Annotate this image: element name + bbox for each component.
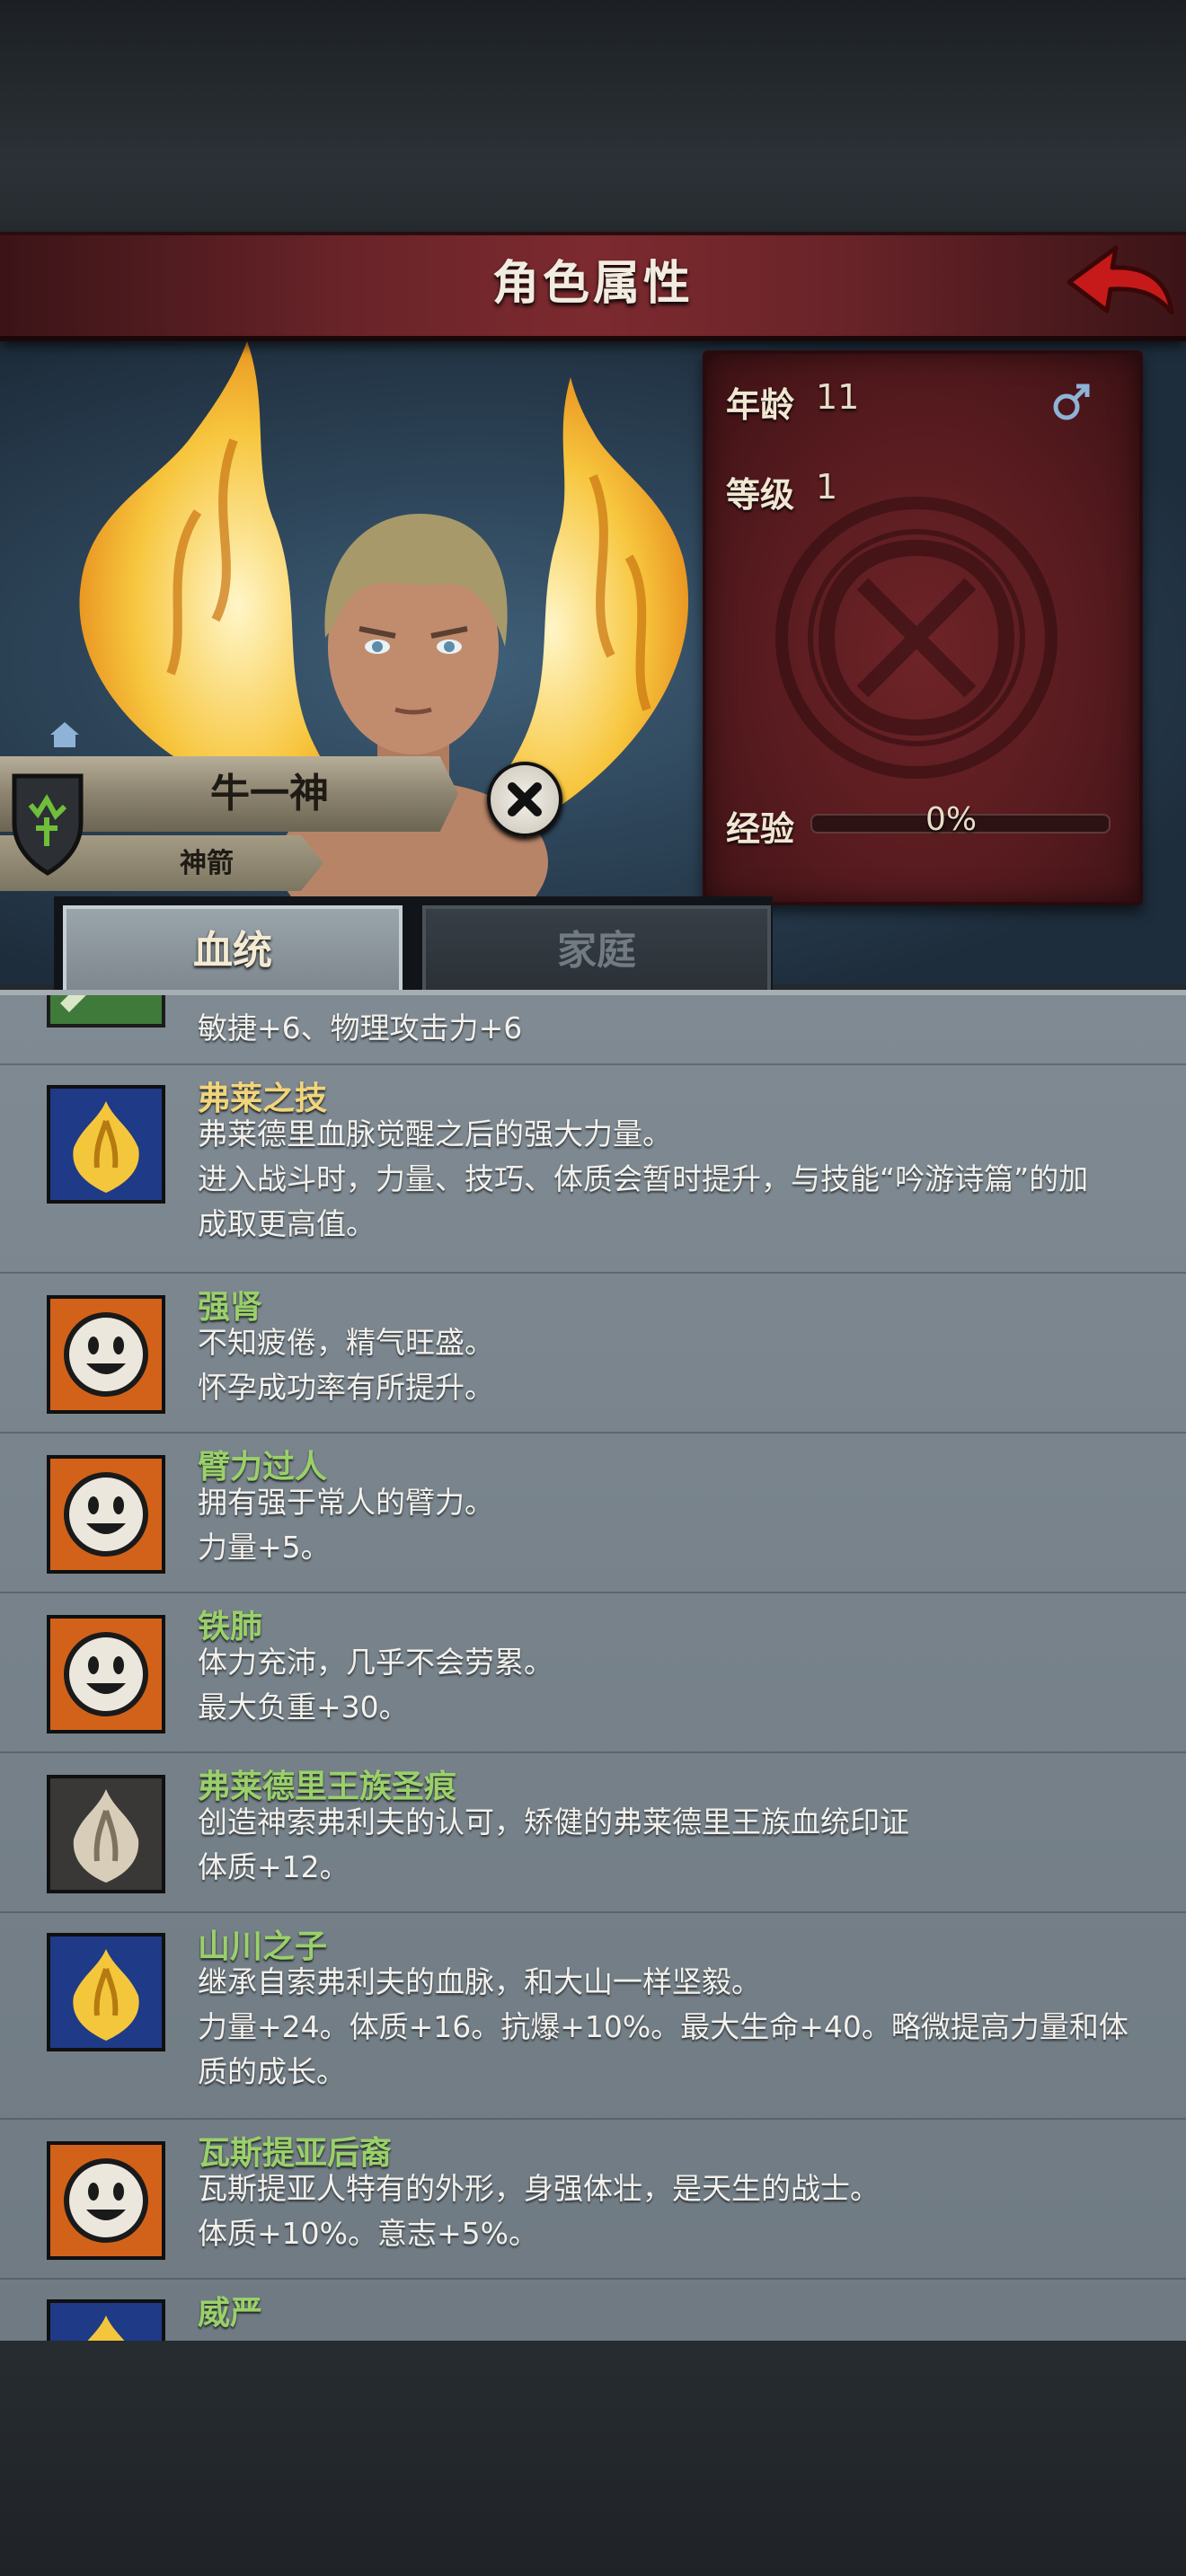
trait-desc-line: 成取更高值。: [198, 1206, 376, 1241]
trait-desc-line: 怀孕成功率有所提升。: [198, 1370, 494, 1405]
trait-desc-line: 体力充沛，几乎不会劳累。: [198, 1645, 553, 1680]
top-background: [0, 0, 1186, 234]
exp-label: 经验: [726, 809, 795, 849]
list-item[interactable]: 威严: [0, 2278, 1186, 2346]
smiley-face-icon: [47, 2141, 165, 2260]
golden-wings-icon: [47, 1933, 165, 2051]
male-symbol-icon: [1053, 384, 1090, 420]
character-name[interactable]: 牛一神: [117, 760, 422, 828]
golden-wings-icon: [47, 2299, 165, 2346]
list-item[interactable]: 山川之子 继承自索弗利夫的血脉，和大山一样坚毅。 力量+24。体质+16。抗爆+…: [0, 1911, 1186, 2120]
trait-desc-line: 敏捷+6、物理攻击力+6: [198, 1010, 523, 1045]
trait-list[interactable]: 敏捷+6、物理攻击力+6 弗莱之技 弗莱德里血脉觉醒之后的强大力量。 进入战斗时…: [0, 990, 1186, 2346]
silver-wings-icon: [47, 1775, 165, 1893]
house-icon: [50, 722, 79, 747]
trait-desc-line: 瓦斯提亚人特有的外形，身强体壮，是天生的战士。: [198, 2171, 880, 2206]
tab-bloodline[interactable]: 血统: [63, 905, 403, 993]
list-item[interactable]: 弗莱之技 弗莱德里血脉觉醒之后的强大力量。 进入战斗时，力量、技巧、体质会暂时提…: [0, 1063, 1186, 1274]
list-item[interactable]: 铁肺 体力充沛，几乎不会劳累。 最大负重+30。: [0, 1592, 1186, 1753]
character-title: 神箭: [180, 848, 234, 879]
trait-title: 威严: [198, 2295, 263, 2332]
trait-desc-line: 体质+10%。意志+5%。: [198, 2216, 539, 2251]
trait-desc-line: 力量+24。体质+16。抗爆+10%。最大生命+40。略微提高力量和体: [198, 2009, 1128, 2044]
smiley-face-icon: [47, 1455, 165, 1574]
list-item[interactable]: 敏捷+6、物理攻击力+6: [0, 995, 1186, 1065]
age-label: 年龄: [726, 385, 795, 425]
trait-desc-line: 最大负重+30。: [198, 1689, 409, 1725]
character-portrait: [279, 513, 548, 898]
age-value: 11: [816, 377, 860, 417]
trait-desc-line: 进入战斗时，力量、技巧、体质会暂时提升，与技能“吟游诗篇”的加: [198, 1161, 1089, 1196]
level-value: 1: [816, 467, 838, 507]
list-item[interactable]: 臂力过人 拥有强于常人的臂力。 力量+5。: [0, 1432, 1186, 1593]
level-label: 等级: [726, 475, 795, 515]
list-item[interactable]: 强肾 不知疲倦，精气旺盛。 怀孕成功率有所提升。: [0, 1272, 1186, 1434]
smiley-face-icon: [47, 1295, 165, 1414]
trait-desc-line: 继承自索弗利夫的血脉，和大山一样坚毅。: [198, 1964, 761, 1999]
partial-green-icon: [47, 995, 165, 1028]
list-item[interactable]: 瓦斯提亚后裔 瓦斯提亚人特有的外形，身强体壮，是天生的战士。 体质+10%。意志…: [0, 2118, 1186, 2280]
close-icon[interactable]: [487, 762, 562, 837]
trait-desc-line: 力量+5。: [198, 1530, 331, 1565]
trait-desc-line: 弗莱德里血脉觉醒之后的强大力量。: [198, 1116, 672, 1151]
exp-value: 0%: [925, 801, 978, 838]
page-title: 角色属性: [491, 257, 694, 311]
tab-family[interactable]: 家庭: [422, 905, 771, 997]
celtic-knot-icon: [775, 497, 1058, 779]
trait-desc-line: 不知疲倦，精气旺盛。: [198, 1325, 494, 1360]
shield-emblem-icon: [12, 773, 84, 876]
trait-desc-line: 拥有强于常人的臂力。: [198, 1485, 494, 1520]
golden-wings-icon: [47, 1085, 165, 1204]
bottom-background: [0, 2341, 1186, 2576]
list-item[interactable]: 弗莱德里王族圣痕 创造神索弗利夫的认可，矫健的弗莱德里王族血统印证 体质+12。: [0, 1751, 1186, 1913]
smiley-face-icon: [47, 1615, 165, 1734]
trait-desc-line: 体质+12。: [198, 1849, 350, 1884]
trait-desc-line: 创造神索弗利夫的认可，矫健的弗莱德里王族血统印证: [198, 1804, 909, 1839]
back-arrow-icon[interactable]: [1060, 235, 1177, 325]
trait-desc-line: 质的成长。: [198, 2054, 346, 2089]
